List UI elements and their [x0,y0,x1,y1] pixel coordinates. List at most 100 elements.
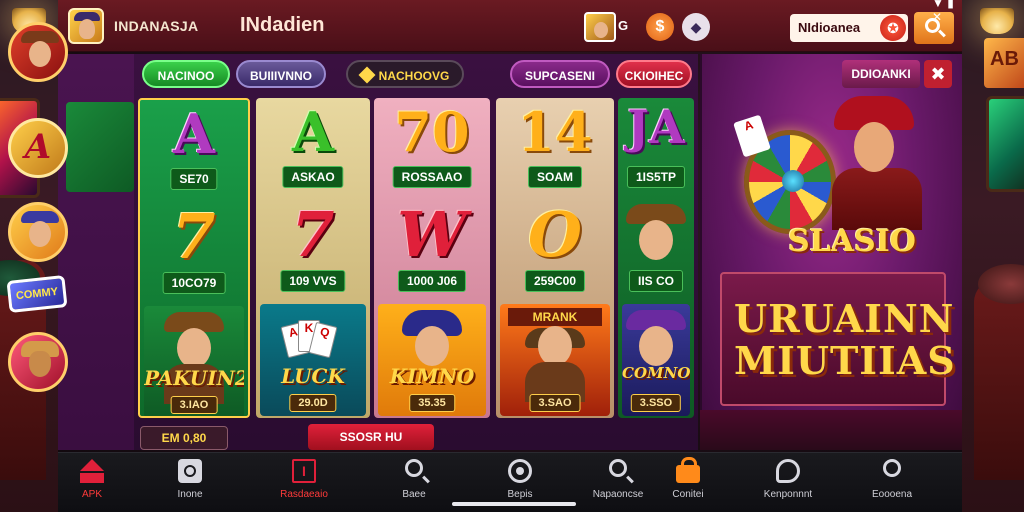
reel-tag: SOAM [528,166,582,188]
show-more-button[interactable]: SSOSR HU [308,424,434,450]
face-icon [177,328,211,368]
promo-chip[interactable]: DDIOANKI [842,60,920,88]
user-avatar[interactable] [584,12,616,42]
camera-icon [178,459,202,483]
top-bar: INDANASJA INdadien G $ ◆ NIdioanea ✪ ▼ ▮… [58,0,962,52]
side-rail-highlight [66,102,134,192]
nav-item-inone[interactable]: Inone [150,459,230,509]
home-icon [80,459,104,483]
side-rail-dog[interactable] [8,332,68,392]
nav-item-rasdaeaio[interactable]: Rasdaeaio [264,459,344,509]
face-icon [79,19,95,39]
game-price: 3.SAO [529,394,581,412]
filter-chip[interactable]: NACINOO [142,60,230,88]
dealer-face [854,122,894,172]
lamp-right [980,8,1014,34]
face-icon [415,326,449,366]
filter-chip[interactable]: CKIOIHEC [616,60,692,88]
reel-symbol: 70 [394,100,470,164]
magnifier-icon [609,459,627,477]
nav-item-apk[interactable]: APK [52,459,132,509]
neon-sign-right: AB [984,38,1024,88]
app-logo-avatar[interactable] [68,8,104,44]
promo-footer [700,410,962,450]
nav-label: Conitei [672,489,704,500]
letter-a-icon: A [24,127,52,167]
game-card[interactable]: PAKUIN2 3.IAO [144,306,244,416]
promo-logo: SLASIO [788,224,916,259]
face-icon [29,221,51,247]
game-title: MRANK [508,308,602,326]
coin-button[interactable]: $ [646,13,674,41]
game-column[interactable]: 14 SOAM O 259C00 MRANK 3.SAO [496,98,614,418]
nav-item-eoooena[interactable]: Eoooena [852,459,932,509]
nav-label: Eoooena [871,489,913,500]
user-badge: G [618,18,629,33]
face-icon [29,41,51,67]
filter-chip[interactable]: SUPCASENI [510,60,610,88]
page-title: INdadien [240,14,325,36]
app-name: INDANASJA [114,18,199,34]
face-icon [639,220,673,260]
face-icon [594,22,608,38]
game-card[interactable]: KIMNO 35.35 [378,304,486,416]
reel-tag: 259C00 [524,270,586,292]
reel-tag: 109 VVS [280,270,346,292]
game-title: COMNO [622,364,690,382]
game-column[interactable]: 70 ROSSAAO W 1000 J06 KIMNO 35.35 [374,98,490,418]
lock-icon [676,457,700,483]
reel-symbol: A [292,100,334,164]
nav-label: Napaoncse [592,489,644,500]
side-rail-tag[interactable]: COMMY [6,275,68,313]
side-rail-letter[interactable]: A [8,118,68,178]
nav-label: Kenponnnt [763,489,813,500]
game-column[interactable]: A ASKAO 7 109 VVS A K Q LUCK 29.0D [256,98,370,418]
nav-label: Baee [402,489,426,500]
reel-symbol: O [527,198,582,271]
balance-chip[interactable]: EM 0,80 [140,426,228,450]
promo-headline-line: URUAINN [734,296,955,341]
status-bar-icons: ▼ ▮ ✕ [932,0,954,24]
chat-icon [776,459,800,483]
nav-label: Bepis [507,489,533,500]
game-price: 3.SSO [630,394,682,412]
promo-headline-line: MIUTIIAS [734,338,956,383]
filter-chip-label: NACHOOVG [378,69,450,83]
game-card[interactable]: A K Q LUCK 29.0D [260,304,366,416]
gem-icon [358,66,376,84]
home-indicator[interactable] [452,502,576,506]
target-icon [508,459,532,483]
nav-label: APK [81,489,102,500]
game-column[interactable]: JA 1IS5TP IIS CO COMNO 3.SSO [618,98,694,418]
reel-tag: 1000 J06 [397,270,467,292]
side-rail-jester[interactable] [8,202,68,262]
diamond-icon[interactable]: ◆ [682,13,710,41]
side-rail-cowboy[interactable] [8,22,68,82]
user-icon [883,459,901,477]
nav-item-baee[interactable]: Baee [374,459,454,509]
nav-item-kenponnnt[interactable]: Kenponnnt [748,459,828,509]
nav-item-conitei[interactable]: Conitei [648,457,728,509]
game-card[interactable]: COMNO 3.SSO [622,304,690,416]
reel-tag: ROSSAAO [392,166,472,188]
filter-chip[interactable]: NACHOOVG [346,60,464,88]
document-icon [292,459,316,483]
wheel-hub [782,170,804,192]
game-price: 35.35 [409,394,455,412]
reel-tag: SE70 [170,168,218,190]
face-icon [538,326,572,366]
filter-chip[interactable]: BUIIIVNNO [236,60,326,88]
game-price: 3.IAO [170,396,218,414]
chair-right [974,280,1024,480]
reel-tag: IIS CO [628,270,684,292]
face-icon [639,326,673,366]
game-card[interactable]: MRANK 3.SAO [500,304,610,416]
nav-label: Inone [177,489,203,500]
game-title: LUCK [281,364,345,388]
game-column[interactable]: A SE70 7 10CO79 PAKUIN2 3.IAO [138,98,250,418]
nav-item-napaoncse[interactable]: Napaoncse [578,459,658,509]
reel-tag: ASKAO [282,166,344,188]
game-title: PAKUIN2 [144,366,244,390]
close-icon[interactable]: ✖ [924,60,952,88]
notification-badge-icon[interactable]: ✪ [880,15,906,41]
